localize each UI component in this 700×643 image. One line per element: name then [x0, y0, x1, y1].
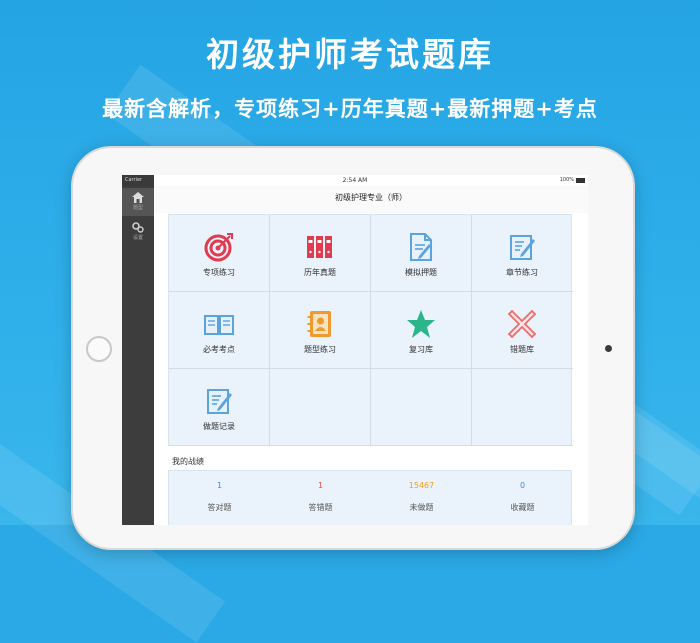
notepad-pen-icon	[510, 235, 535, 260]
menu-item-label: 做题记录	[203, 422, 235, 431]
stat-undone[interactable]: 15467 未做题	[371, 471, 472, 525]
target-icon	[204, 233, 233, 262]
main-content: 专项练习 历年真题 模拟押题 章节练习 必考考点 题型练习 复习库 错题库 做题…	[154, 213, 588, 525]
stat-label: 未做题	[409, 503, 434, 512]
battery-percent: 100%	[559, 177, 574, 183]
battery-icon	[576, 178, 585, 183]
menu-item-label: 历年真题	[304, 268, 336, 277]
menu-item-label: 错题库	[510, 345, 534, 354]
promo-headline: 初级护师考试题库	[206, 35, 494, 74]
stat-value: 15467	[408, 481, 435, 490]
document-edit-icon	[410, 233, 432, 261]
stat-correct[interactable]: 1 答对题	[169, 471, 270, 525]
menu-item-mock-exam[interactable]: 模拟押题	[371, 215, 472, 292]
sidebar-item-home[interactable]: 题型	[122, 188, 154, 216]
menu-item-label: 模拟押题	[405, 268, 437, 277]
navigation-bar: 初级护理专业（师）	[154, 186, 588, 214]
menu-empty-cell	[371, 369, 472, 446]
menu-item-key-points[interactable]: 必考考点	[169, 292, 270, 369]
menu-grid: 专项练习 历年真题 模拟押题 章节练习 必考考点 题型练习 复习库 错题库 做题…	[168, 214, 573, 446]
menu-empty-cell	[472, 369, 573, 446]
stat-value: 1	[216, 481, 223, 490]
sidebar-item-label: 题型	[132, 205, 143, 211]
sidebar-item-label: 设置	[132, 235, 143, 241]
home-icon	[132, 192, 144, 203]
stat-value: 0	[519, 481, 526, 490]
gears-icon	[132, 222, 144, 233]
menu-item-label: 题型练习	[304, 345, 336, 354]
menu-empty-cell	[270, 369, 371, 446]
menu-item-past-exams[interactable]: 历年真题	[270, 215, 371, 292]
menu-item-review-bank[interactable]: 复习库	[371, 292, 472, 369]
menu-item-chapter-practice[interactable]: 章节练习	[472, 215, 573, 292]
record-section-title: 我的战绩	[172, 457, 204, 466]
menu-item-label: 专项练习	[203, 268, 235, 277]
stat-value: 1	[317, 481, 324, 490]
menu-item-label: 章节练习	[506, 268, 538, 277]
camera-icon	[605, 345, 612, 352]
stat-label: 收藏题	[510, 503, 535, 512]
stat-label: 答错题	[308, 503, 333, 512]
menu-item-wrong-answers[interactable]: 错题库	[472, 292, 573, 369]
sidebar-item-settings[interactable]: 设置	[122, 218, 154, 246]
cross-icon	[507, 309, 537, 339]
status-bar: Carrier 2:54 AM 100%	[122, 175, 588, 186]
stat-label: 答对题	[207, 503, 232, 512]
promo-subline: 最新含解析，专项练习+历年真题+最新押题+考点	[102, 96, 598, 121]
stats-panel: 1 答对题 1 答错题 15467 未做题 0 收藏题	[168, 470, 572, 525]
status-time: 2:54 AM	[342, 177, 368, 184]
stat-wrong[interactable]: 1 答错题	[270, 471, 371, 525]
page-title: 初级护理专业（师）	[335, 193, 407, 202]
record-icon	[207, 389, 232, 414]
app-screen: Carrier 2:54 AM 100% 题型 设置 初级护理专业（师） 专项练…	[122, 175, 588, 525]
home-button[interactable]	[86, 336, 112, 362]
menu-item-special-practice[interactable]: 专项练习	[169, 215, 270, 292]
binders-icon	[307, 236, 332, 258]
menu-item-label: 复习库	[409, 345, 433, 354]
menu-item-practice-history[interactable]: 做题记录	[169, 369, 270, 446]
open-book-icon	[204, 315, 234, 335]
menu-item-label: 必考考点	[203, 345, 235, 354]
contact-book-icon	[307, 311, 331, 337]
star-icon	[407, 310, 435, 338]
menu-item-question-type-practice[interactable]: 题型练习	[270, 292, 371, 369]
stat-favorites[interactable]: 0 收藏题	[472, 471, 573, 525]
sidebar: 题型 设置	[122, 186, 154, 525]
